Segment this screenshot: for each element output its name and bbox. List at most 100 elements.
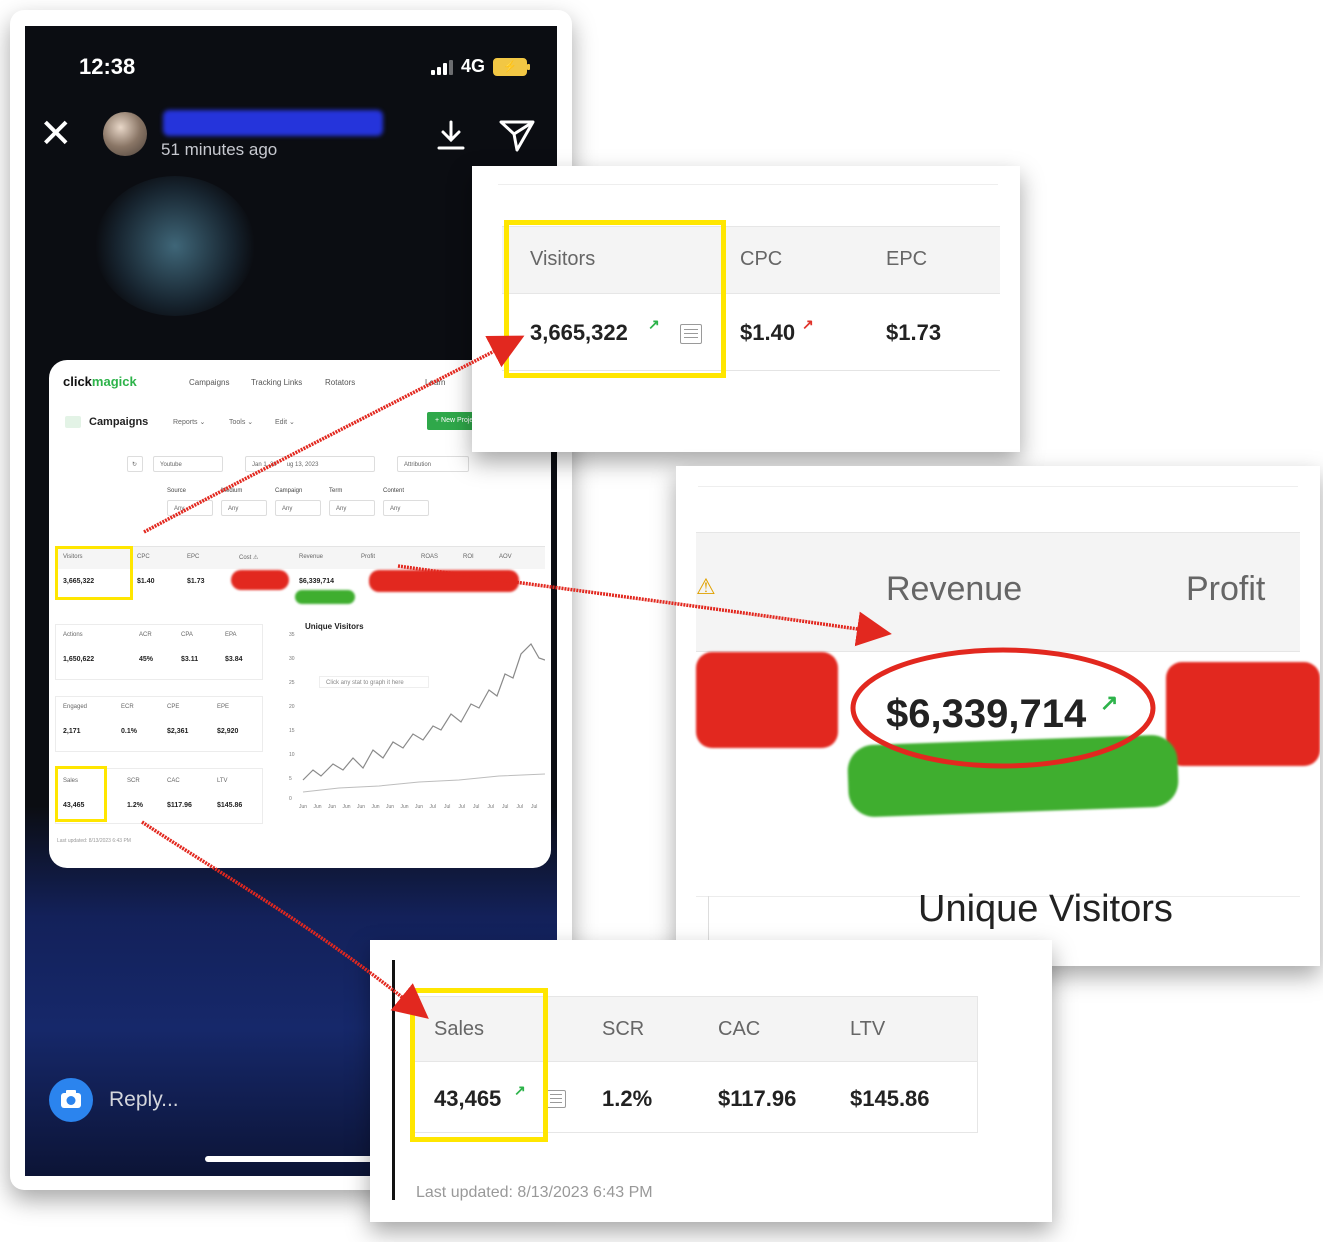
actions-value[interactable]: 1,650,622 xyxy=(63,656,94,663)
x-tick: Jun xyxy=(357,804,366,810)
ecr-value[interactable]: 0.1% xyxy=(121,728,137,735)
redaction-mark xyxy=(696,652,838,748)
profit-label: Profit xyxy=(361,554,376,560)
epe-label: EPE xyxy=(217,704,230,710)
epc-value[interactable]: $1.73 xyxy=(187,578,205,585)
x-tick: Jul xyxy=(502,804,509,810)
background-blur xyxy=(95,176,255,316)
x-tick: Jul xyxy=(429,804,436,810)
cac-value[interactable]: $117.96 xyxy=(167,802,192,809)
engaged-label: Engaged xyxy=(63,704,88,710)
filter-select[interactable]: Any xyxy=(383,500,429,516)
revenue-label: Revenue xyxy=(299,554,324,560)
scr-label: SCR xyxy=(602,1018,645,1040)
epa-value[interactable]: $3.84 xyxy=(225,656,243,663)
x-tick: Jun xyxy=(342,804,351,810)
menu-reports[interactable]: Reports ⌄ xyxy=(173,418,205,426)
nav-tracking-links[interactable]: Tracking Links xyxy=(251,378,302,387)
filter-label: Source xyxy=(167,488,187,494)
actions-label: Actions xyxy=(63,632,83,638)
cpc-value[interactable]: $1.40 xyxy=(137,578,155,585)
revenue-label: Revenue xyxy=(886,570,1023,608)
menu-edit[interactable]: Edit ⌄ xyxy=(275,418,295,426)
filter-label: Medium xyxy=(221,488,243,494)
cpc-value[interactable]: $1.40 xyxy=(740,320,795,346)
last-updated: Last updated: 8/13/2023 6:43 PM xyxy=(57,838,131,844)
network-label: 4G xyxy=(460,56,485,76)
x-tick: Jul xyxy=(444,804,451,810)
x-tick: Jun xyxy=(400,804,409,810)
x-tick: Jul xyxy=(516,804,523,810)
redaction-mark xyxy=(231,570,289,590)
warning-icon: ⚠ xyxy=(696,574,716,599)
engaged-value[interactable]: 2,171 xyxy=(63,728,81,735)
page-title: Campaigns xyxy=(89,416,149,428)
cac-label: CAC xyxy=(167,778,180,784)
filter-select[interactable]: Any xyxy=(221,500,267,516)
cpe-value[interactable]: $2,361 xyxy=(167,728,188,735)
filter-select[interactable]: Any xyxy=(329,500,375,516)
acr-label: ACR xyxy=(139,632,152,638)
status-bar-right: 4G ⚡ xyxy=(430,56,530,77)
roi-label: ROI xyxy=(463,554,474,560)
ecr-label: ECR xyxy=(121,704,134,710)
roas-label: ROAS xyxy=(421,554,439,560)
avatar[interactable] xyxy=(103,112,147,156)
epa-label: EPA xyxy=(225,632,237,638)
x-tick: Jun xyxy=(415,804,424,810)
status-time: 12:38 xyxy=(79,54,136,79)
camera-icon[interactable] xyxy=(49,1078,93,1122)
cac-value[interactable]: $117.96 xyxy=(718,1086,796,1112)
x-tick: Jul xyxy=(487,804,494,810)
epe-value[interactable]: $2,920 xyxy=(217,728,238,735)
download-icon[interactable] xyxy=(433,118,469,154)
acr-value[interactable]: 45% xyxy=(139,656,153,663)
date-range-select[interactable]: Jan 1, 20 ug 13, 2023 xyxy=(245,456,375,472)
source-select[interactable]: Youtube xyxy=(153,456,223,472)
nav-rotators[interactable]: Rotators xyxy=(325,378,355,387)
yellow-highlight-box xyxy=(410,988,548,1142)
clickmagick-logo: clickmagick xyxy=(63,374,137,389)
reply-input[interactable]: Reply... xyxy=(109,1088,179,1112)
x-tick: Jun xyxy=(328,804,337,810)
trend-up-icon: ↗ xyxy=(802,316,814,332)
chart-title: Unique Visitors xyxy=(918,888,1173,930)
y-tick: 10 xyxy=(289,752,295,758)
campaigns-icon xyxy=(65,416,81,428)
home-indicator xyxy=(205,1156,375,1162)
scr-value[interactable]: 1.2% xyxy=(127,802,143,809)
epc-value[interactable]: $1.73 xyxy=(886,320,941,346)
cost-label: Cost ⚠ xyxy=(239,555,259,561)
ltv-label: LTV xyxy=(850,1018,886,1040)
ltv-value[interactable]: $145.86 xyxy=(850,1086,930,1112)
y-tick: 15 xyxy=(289,728,295,734)
menu-tools[interactable]: Tools ⌄ xyxy=(229,418,253,426)
cpa-label: CPA xyxy=(181,632,193,638)
signal-icon xyxy=(430,59,453,75)
refresh-button[interactable]: ↻ xyxy=(127,456,143,472)
filter-select[interactable]: Any xyxy=(275,500,321,516)
list-icon[interactable] xyxy=(546,1090,566,1108)
revenue-value[interactable]: $6,339,714 xyxy=(299,578,334,585)
scr-value[interactable]: 1.2% xyxy=(602,1086,652,1112)
profit-label: Profit xyxy=(1186,570,1266,608)
redaction-mark xyxy=(1166,662,1320,766)
cpa-value[interactable]: $3.11 xyxy=(181,656,198,663)
ltv-value[interactable]: $145.86 xyxy=(217,802,242,809)
attribution-select[interactable]: Attribution xyxy=(397,456,469,472)
y-tick: 20 xyxy=(289,704,295,710)
cpc-label: CPC xyxy=(137,554,150,560)
x-tick: Jul xyxy=(531,804,538,810)
x-tick: Jul xyxy=(473,804,480,810)
zoom-sales-card: Sales SCR CAC LTV 43,465 ↗ 1.2% $117.96 … xyxy=(370,940,1052,1222)
close-icon[interactable]: ✕ xyxy=(39,114,73,154)
nav-learn[interactable]: Learn xyxy=(425,378,445,387)
filter-select[interactable]: Any xyxy=(167,500,213,516)
nav-campaigns[interactable]: Campaigns xyxy=(189,378,229,387)
y-tick: 0 xyxy=(289,796,292,802)
x-tick: Jul xyxy=(458,804,465,810)
zoom-visitors-card: Visitors CPC EPC 3,665,322 ↗ $1.40 ↗ $1.… xyxy=(472,166,1020,452)
send-icon[interactable] xyxy=(497,116,537,154)
x-tick: Jun xyxy=(371,804,380,810)
scr-label: SCR xyxy=(127,778,140,784)
